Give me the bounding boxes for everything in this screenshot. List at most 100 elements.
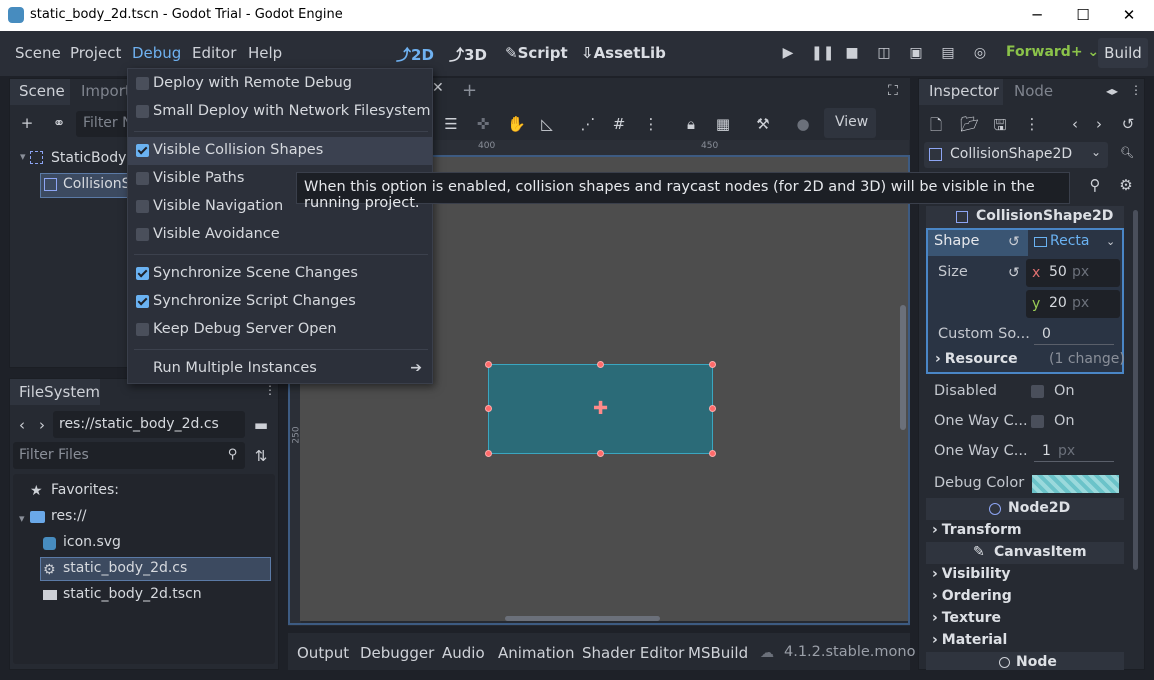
smart-snap-icon[interactable]: ⋰ <box>580 115 596 133</box>
pause-icon[interactable]: ❚❚ <box>811 45 834 63</box>
sort-icon[interactable]: ⇅ <box>253 447 269 465</box>
menu-item-visible-collision-shapes[interactable]: Visible Collision Shapes <box>128 137 432 165</box>
dock-menu-icon[interactable]: ⋮ <box>264 383 276 397</box>
main-screen-assetlib[interactable]: ⇩AssetLib <box>581 44 666 62</box>
disabled-checkbox[interactable] <box>1031 385 1044 398</box>
menu-item-sync-scene-changes[interactable]: Synchronize Scene Changes <box>128 260 432 288</box>
pivot-icon[interactable]: ✜ <box>475 115 491 133</box>
resource-subsection[interactable]: › Resource <box>935 351 1018 367</box>
group-icon[interactable]: ▦ <box>715 115 731 133</box>
oneway-margin-slider[interactable]: 1 px <box>1034 442 1114 462</box>
ruler-icon[interactable]: ◺ <box>539 115 555 133</box>
menu-editor[interactable]: Editor <box>192 44 236 62</box>
menu-scene[interactable]: Scene <box>15 44 61 62</box>
tree-node-staticbody[interactable]: StaticBody2 <box>51 150 135 166</box>
history-forward-icon[interactable]: › <box>1092 115 1106 133</box>
inspector-scrollbar[interactable] <box>1133 210 1138 570</box>
oneway-checkbox[interactable] <box>1031 415 1044 428</box>
file-icon-svg[interactable]: icon.svg <box>63 534 121 550</box>
resize-handle[interactable] <box>709 405 716 412</box>
list-select-icon[interactable]: ☰ <box>443 115 459 133</box>
menu-item-small-deploy[interactable]: Small Deploy with Network Filesystem <box>128 98 432 126</box>
filter-files-input[interactable]: Filter Files <box>13 442 245 469</box>
bottom-tab-debugger[interactable]: Debugger <box>360 644 434 662</box>
material-subsection[interactable]: › Material <box>932 632 1007 648</box>
play-icon[interactable]: ▶ <box>779 45 797 63</box>
stop-icon[interactable]: ■ <box>843 45 861 63</box>
build-button[interactable]: Build <box>1098 38 1148 68</box>
renderer-select[interactable]: Forward+ ⌄ <box>1006 44 1099 60</box>
camera-icon[interactable]: ● <box>795 115 811 133</box>
scene-tab-close-icon[interactable]: ✕ <box>432 80 444 96</box>
play-scene-icon[interactable]: ▣ <box>907 45 925 63</box>
menu-item-sync-script-changes[interactable]: Synchronize Script Changes <box>128 288 432 316</box>
forward-icon[interactable]: › <box>36 416 48 434</box>
tab-node[interactable]: Node <box>1014 82 1053 100</box>
view-menu-button[interactable]: View <box>824 108 876 138</box>
transform-subsection[interactable]: › Transform <box>932 522 1022 538</box>
main-screen-script[interactable]: ✎Script <box>505 44 568 62</box>
add-node-icon[interactable]: + <box>18 114 36 132</box>
movie-maker-icon[interactable]: ◎ <box>971 45 989 63</box>
viewport-hscroll[interactable] <box>505 616 660 621</box>
bone-icon[interactable]: ⚒ <box>755 115 771 133</box>
lock-icon[interactable]: 🔒︎ <box>683 115 699 133</box>
link-icon[interactable]: ⚭ <box>50 114 68 132</box>
maximize-button[interactable]: ☐ <box>1060 0 1106 31</box>
menu-item-keep-debug-server[interactable]: Keep Debug Server Open <box>128 316 432 344</box>
dock-arrows-icon[interactable]: ◂▸ <box>1098 84 1126 98</box>
main-screen-2d[interactable]: ⤴2D <box>396 44 434 65</box>
resize-handle[interactable] <box>485 361 492 368</box>
search-icon[interactable]: ⚲ <box>1087 176 1103 194</box>
file-static-body-cs[interactable]: static_body_2d.cs <box>63 560 187 576</box>
menu-item-run-multiple-instances[interactable]: Run Multiple Instances ➔ <box>128 355 432 383</box>
file-static-body-tscn[interactable]: static_body_2d.tscn <box>63 586 202 602</box>
chevron-down-icon[interactable]: ⌄ <box>1106 235 1115 248</box>
snap-options-icon[interactable]: ⋮ <box>643 115 659 133</box>
res-folder[interactable]: res:// <box>51 508 87 524</box>
filesystem-path-input[interactable]: res://static_body_2d.cs <box>53 411 245 438</box>
bottom-tab-animation[interactable]: Animation <box>498 644 574 662</box>
doc-icon[interactable]: 🔍︎ <box>1118 146 1136 159</box>
resize-handle[interactable] <box>597 450 604 457</box>
custom-solver-slider[interactable]: 0 <box>1034 325 1114 345</box>
tree-node-collisionshape[interactable]: CollisionS <box>63 176 131 192</box>
new-resource-icon[interactable]: 🗋︎ <box>928 115 944 140</box>
debug-color-swatch[interactable] <box>1032 475 1119 493</box>
remote-debug-icon[interactable]: ◫ <box>875 45 893 63</box>
revert-icon[interactable]: ↺ <box>1008 234 1020 250</box>
tab-import[interactable]: Import <box>81 82 131 100</box>
menu-item-visible-avoidance[interactable]: Visible Avoidance <box>128 221 432 249</box>
viewport-vscroll[interactable] <box>900 305 906 430</box>
resize-handle[interactable] <box>597 361 604 368</box>
expand-arrow-icon[interactable]: ▾ <box>20 150 26 163</box>
main-screen-3d[interactable]: ⤴3D <box>449 44 487 65</box>
visibility-subsection[interactable]: › Visibility <box>932 566 1011 582</box>
resize-handle[interactable] <box>485 450 492 457</box>
tab-scene[interactable]: Scene <box>19 82 65 100</box>
revert-icon[interactable]: ↺ <box>1008 265 1020 281</box>
tab-inspector[interactable]: Inspector <box>929 82 999 100</box>
open-resource-icon[interactable]: 📂︎ <box>960 115 979 133</box>
distraction-free-icon[interactable]: ⛶ <box>888 83 898 99</box>
back-icon[interactable]: ‹ <box>16 416 28 434</box>
ordering-subsection[interactable]: › Ordering <box>932 588 1012 604</box>
more-icon[interactable]: ⋮ <box>1024 115 1040 133</box>
menu-debug[interactable]: Debug <box>132 44 181 62</box>
filter-settings-icon[interactable]: ⚙ <box>1118 176 1134 194</box>
dock-menu-icon[interactable]: ⋮ <box>1130 83 1142 97</box>
expand-arrow-icon[interactable]: ▾ <box>19 512 25 525</box>
grid-snap-icon[interactable]: # <box>611 115 627 133</box>
menu-project[interactable]: Project <box>70 44 121 62</box>
add-scene-tab-icon[interactable]: + <box>462 80 477 101</box>
resize-handle[interactable] <box>709 450 716 457</box>
tab-filesystem[interactable]: FileSystem <box>19 383 100 401</box>
bottom-tab-shader-editor[interactable]: Shader Editor <box>582 644 684 662</box>
bottom-tab-audio[interactable]: Audio <box>442 644 485 662</box>
close-button[interactable]: ✕ <box>1106 0 1152 31</box>
play-custom-icon[interactable]: ▤ <box>939 45 957 63</box>
resize-handle[interactable] <box>485 405 492 412</box>
favorites-label[interactable]: Favorites: <box>51 482 119 498</box>
history-icon[interactable]: ↺ <box>1120 115 1136 133</box>
save-resource-icon[interactable]: 🖫︎ <box>992 115 1008 140</box>
